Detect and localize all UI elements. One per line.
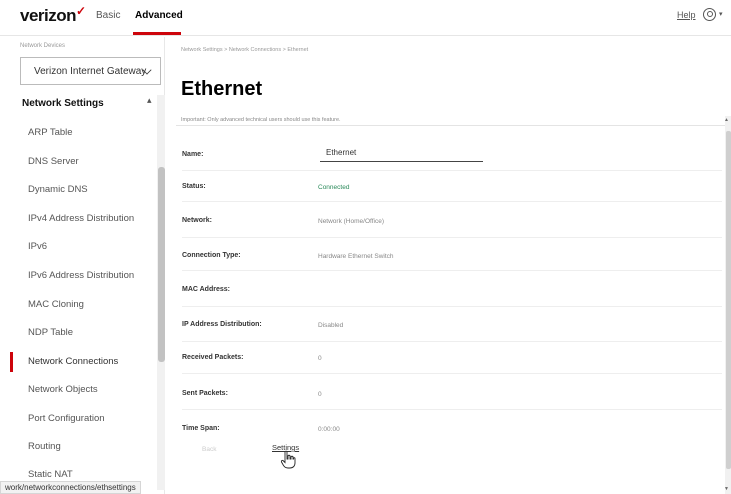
logo-text: verizon [20, 6, 77, 25]
chevron-down-icon[interactable]: ▾ [719, 10, 723, 18]
field-label-time-span: Time Span: [182, 425, 220, 432]
divider [182, 270, 722, 271]
user-icon[interactable] [703, 8, 716, 21]
help-link[interactable]: Help [677, 10, 696, 20]
sidebar-item-network-connections[interactable]: Network Connections [28, 356, 118, 367]
sidebar-item-arp-table[interactable]: ARP Table [28, 127, 73, 138]
field-label-mac-address: MAC Address: [182, 286, 230, 293]
field-label-status: Status: [182, 183, 206, 190]
divider [182, 237, 722, 238]
active-tab-indicator [133, 32, 181, 35]
breadcrumb[interactable]: Network Settings > Network Connections >… [181, 47, 308, 53]
chevron-up-icon[interactable]: ▴ [147, 95, 152, 106]
field-label-received-packets: Received Packets: [182, 354, 244, 361]
divider [182, 341, 722, 342]
gateway-label: Network Devices [20, 43, 66, 49]
tab-advanced[interactable]: Advanced [135, 10, 183, 21]
sidebar-item-mac-cloning[interactable]: MAC Cloning [28, 299, 84, 310]
main-scrollbar-thumb[interactable] [726, 131, 731, 469]
field-label-connection-type: Connection Type: [182, 252, 241, 259]
sidebar-item-ipv6[interactable]: IPv6 [28, 241, 47, 252]
sidebar-item-ipv4-address-distribution[interactable]: IPv4 Address Distribution [28, 213, 134, 224]
received-packets-value: 0 [318, 355, 322, 362]
sidebar-item-dynamic-dns[interactable]: Dynamic DNS [28, 184, 88, 195]
divider [182, 201, 722, 202]
field-label-ip-address-distribution: IP Address Distribution: [182, 321, 262, 328]
field-label-name: Name: [182, 151, 204, 158]
section-title-network-settings[interactable]: Network Settings [22, 98, 104, 109]
tab-basic[interactable]: Basic [96, 10, 120, 21]
connection-type-value: Hardware Ethernet Switch [318, 253, 394, 260]
page-title: Ethernet [181, 78, 263, 100]
network-value: Network (Home/Office) [318, 218, 384, 225]
logo-check-icon: ✓ [76, 4, 86, 18]
scroll-down-icon[interactable]: ▼ [724, 486, 729, 492]
verizon-logo[interactable]: verizon✓ [20, 4, 86, 26]
sidebar-item-ndp-table[interactable]: NDP Table [28, 327, 73, 338]
field-label-sent-packets: Sent Packets: [182, 390, 228, 397]
ip-address-distribution-value: Disabled [318, 322, 344, 329]
divider [176, 125, 725, 126]
sidebar-item-dns-server[interactable]: DNS Server [28, 156, 79, 167]
back-button[interactable]: Back [202, 446, 216, 453]
notice-text: Important: Only advanced technical users… [181, 117, 341, 123]
sidebar: Network Devices Verizon Internet Gateway… [0, 37, 165, 494]
sent-packets-value: 0 [318, 391, 322, 398]
status-value: Connected [318, 184, 350, 191]
gateway-select-value: Verizon Internet Gateway [34, 66, 147, 77]
sidebar-scrollbar-thumb[interactable] [158, 167, 165, 362]
field-label-network: Network: [182, 217, 212, 224]
sidebar-item-port-configuration[interactable]: Port Configuration [28, 413, 105, 424]
hand-cursor-icon [280, 450, 296, 469]
divider [182, 409, 722, 410]
active-item-indicator [10, 352, 13, 372]
sidebar-item-ipv6-address-distribution[interactable]: IPv6 Address Distribution [28, 270, 134, 281]
divider [182, 373, 722, 374]
gateway-select[interactable]: Verizon Internet Gateway [20, 57, 161, 85]
top-bar: verizon✓ Basic Advanced Help ▾ [0, 0, 731, 36]
divider [182, 306, 722, 307]
divider [182, 170, 722, 171]
scroll-up-icon[interactable]: ▲ [724, 117, 729, 123]
sidebar-item-routing[interactable]: Routing [28, 441, 61, 452]
sidebar-item-static-nat[interactable]: Static NAT [28, 469, 73, 480]
name-input[interactable] [320, 143, 483, 162]
sidebar-item-network-objects[interactable]: Network Objects [28, 384, 98, 395]
time-span-value: 0:00:00 [318, 426, 340, 433]
status-url: work/networkconnections/ethsettings [0, 481, 141, 494]
